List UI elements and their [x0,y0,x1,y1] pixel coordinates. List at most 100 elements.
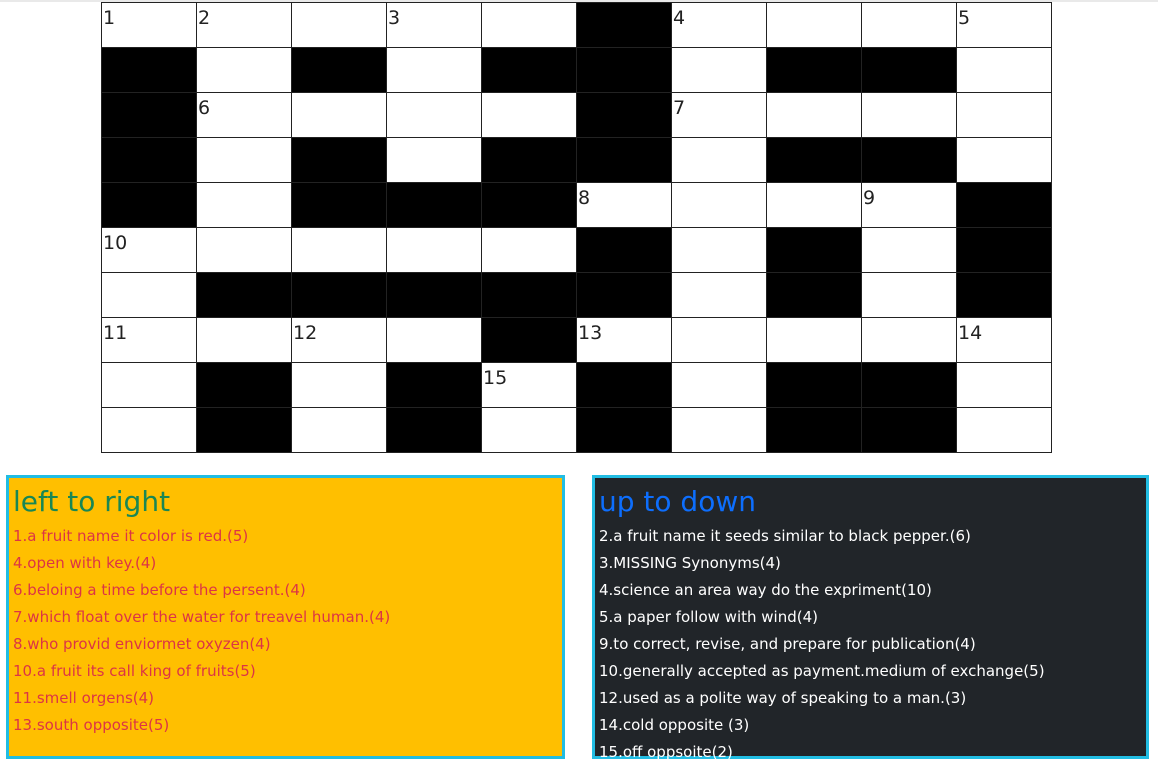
grid-cell[interactable]: 9 [862,183,957,228]
across-title: left to right [13,485,171,518]
grid-cell[interactable]: 5 [957,3,1052,48]
grid-cell[interactable] [197,138,292,183]
clue-number: 10 [103,232,128,254]
grid-cell[interactable]: 11 [102,318,197,363]
grid-cell-blocked [197,363,292,408]
grid-cell-blocked [292,273,387,318]
grid-cell[interactable] [102,363,197,408]
down-clue: 14.cold opposite (3) [599,716,750,734]
grid-cell[interactable]: 2 [197,3,292,48]
grid-cell-blocked [387,408,482,453]
grid-cell-blocked [577,273,672,318]
grid-cell[interactable] [387,138,482,183]
grid-cell-blocked [482,183,577,228]
grid-cell[interactable] [482,408,577,453]
across-clue: 8.who provid enviormet oxyzen(4) [13,635,271,653]
grid-cell[interactable] [102,408,197,453]
grid-cell-blocked [387,273,482,318]
grid-cell-blocked [577,48,672,93]
grid-cell[interactable] [292,228,387,273]
across-clue: 13.south opposite(5) [13,716,170,734]
grid-cell[interactable]: 13 [577,318,672,363]
clue-number: 2 [198,7,211,29]
grid-cell[interactable] [862,273,957,318]
grid-cell[interactable] [957,408,1052,453]
grid-cell-blocked [577,408,672,453]
grid-cell[interactable] [387,318,482,363]
grid-cell[interactable]: 12 [292,318,387,363]
grid-cell[interactable] [197,183,292,228]
grid-cell[interactable]: 14 [957,318,1052,363]
down-clue: 12.used as a polite way of speaking to a… [599,689,967,707]
down-clue: 3.MISSING Synonyms(4) [599,554,781,572]
grid-cell[interactable]: 1 [102,3,197,48]
grid-cell[interactable] [957,363,1052,408]
grid-cell-blocked [862,408,957,453]
grid-cell[interactable]: 8 [577,183,672,228]
grid-cell[interactable] [862,3,957,48]
clue-number: 15 [483,367,508,389]
grid-cell[interactable] [862,318,957,363]
across-clue: 6.beloing a time before the persent.(4) [13,581,306,599]
grid-cell-blocked [767,363,862,408]
crossword-grid: 1 2 3 4 5 6 7 8 9 10 11 12 13 14 15 [101,2,1052,453]
grid-cell[interactable] [197,318,292,363]
grid-cell[interactable] [102,273,197,318]
grid-cell[interactable] [672,363,767,408]
grid-cell-blocked [767,408,862,453]
grid-cell[interactable] [767,318,862,363]
down-clue: 4.science an area way do the expriment(1… [599,581,932,599]
grid-cell[interactable] [957,138,1052,183]
grid-cell[interactable]: 3 [387,3,482,48]
grid-cell-blocked [102,93,197,138]
grid-cell[interactable] [767,183,862,228]
across-clues-panel: left to right 1.a fruit name it color is… [6,475,565,759]
grid-cell[interactable] [482,3,577,48]
grid-cell[interactable]: 7 [672,93,767,138]
grid-cell[interactable] [387,93,482,138]
grid-cell[interactable] [292,3,387,48]
grid-cell[interactable]: 6 [197,93,292,138]
grid-cell[interactable] [197,228,292,273]
grid-cell-blocked [577,228,672,273]
clue-number: 6 [198,97,211,119]
grid-cell[interactable]: 4 [672,3,767,48]
grid-cell[interactable] [672,318,767,363]
grid-cell[interactable] [387,228,482,273]
grid-cell[interactable] [672,183,767,228]
grid-cell[interactable] [197,48,292,93]
grid-cell[interactable] [862,228,957,273]
down-clues-panel: up to down 2.a fruit name it seeds simil… [592,475,1149,761]
grid-cell[interactable] [767,3,862,48]
grid-cell[interactable] [957,48,1052,93]
grid-cell[interactable] [292,408,387,453]
grid-cell[interactable]: 10 [102,228,197,273]
grid-cell-blocked [197,273,292,318]
across-clue: 11.smell orgens(4) [13,689,155,707]
across-clue: 1.a fruit name it color is red.(5) [13,527,249,545]
grid-cell[interactable] [672,228,767,273]
grid-cell-blocked [482,273,577,318]
grid-cell[interactable]: 15 [482,363,577,408]
across-clue: 10.a fruit its call king of fruits(5) [13,662,256,680]
clue-number: 4 [673,7,686,29]
grid-cell[interactable] [292,93,387,138]
grid-cell[interactable] [292,363,387,408]
grid-cell[interactable] [862,93,957,138]
grid-cell-blocked [767,138,862,183]
grid-cell[interactable] [672,48,767,93]
grid-cell[interactable] [672,408,767,453]
across-clue: 7.which float over the water for treavel… [13,608,391,626]
grid-cell[interactable] [482,93,577,138]
down-clue: 15.off oppsoite(2) [599,743,733,761]
grid-cell[interactable] [672,273,767,318]
grid-cell[interactable] [482,228,577,273]
grid-cell-blocked [577,363,672,408]
grid-cell-blocked [577,93,672,138]
grid-cell[interactable] [387,48,482,93]
grid-cell[interactable] [767,93,862,138]
grid-cell-blocked [577,3,672,48]
grid-cell[interactable] [672,138,767,183]
clue-number: 8 [578,187,591,209]
grid-cell[interactable] [957,93,1052,138]
